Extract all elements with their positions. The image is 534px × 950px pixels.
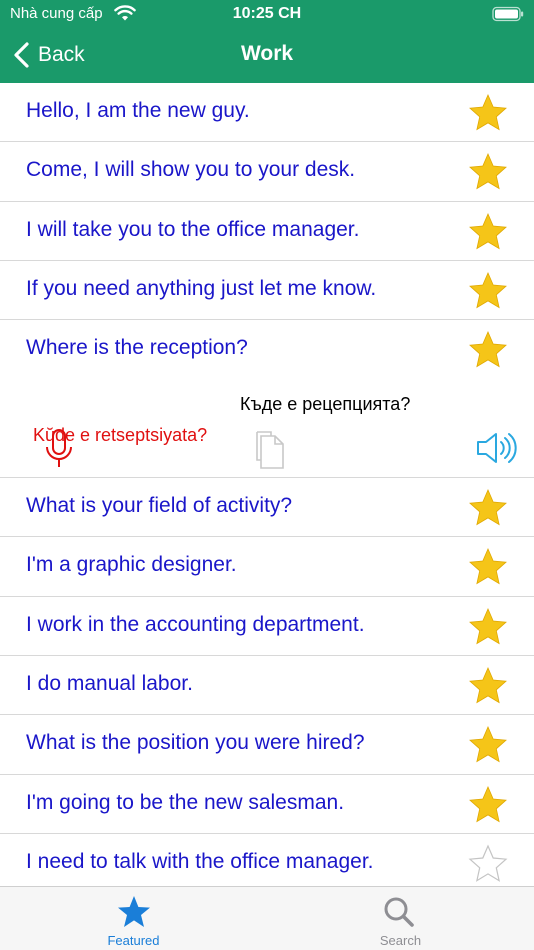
star-icon[interactable] <box>468 330 508 370</box>
phrase-text: If you need anything just let me know. <box>26 276 377 300</box>
phrase-text: I work in the accounting department. <box>26 612 365 636</box>
list-item[interactable]: I'm going to be the new salesman. <box>0 775 534 834</box>
tab-bar: Featured Search <box>0 886 534 950</box>
copy-icon[interactable] <box>249 428 285 470</box>
list-item[interactable]: What is your field of activity? <box>0 478 534 538</box>
search-icon <box>384 897 414 927</box>
list-item[interactable]: I do manual labor. <box>0 656 534 716</box>
phrase-text: Come, I will show you to your desk. <box>26 158 356 182</box>
phrase-list: Hello, I am the new guy. Come, I will sh… <box>0 83 534 894</box>
phrase-text: I do manual labor. <box>26 672 193 696</box>
phrase-text: I will take you to the office manager. <box>26 217 360 241</box>
list-item[interactable]: I'm a graphic designer. <box>0 537 534 597</box>
star-icon[interactable] <box>468 547 508 587</box>
star-icon[interactable] <box>468 271 508 311</box>
star-icon[interactable] <box>468 93 508 133</box>
star-icon[interactable] <box>468 725 508 765</box>
star-icon <box>118 896 150 927</box>
tab-search[interactable]: Search <box>267 887 534 950</box>
microphone-icon[interactable] <box>44 428 74 470</box>
list-item[interactable]: I work in the accounting department. <box>0 597 534 657</box>
list-item[interactable]: I will take you to the office manager. <box>0 202 534 261</box>
list-item[interactable]: Come, I will show you to your desk. <box>0 142 534 202</box>
list-item[interactable]: What is the position you were hired? <box>0 715 534 775</box>
phrase-text: I need to talk with the office manager. <box>26 849 374 873</box>
list-item[interactable]: If you need anything just let me know. <box>0 261 534 321</box>
navigation-bar: Back Work <box>0 30 534 83</box>
star-icon[interactable] <box>468 785 508 825</box>
status-time: 10:25 CH <box>232 5 302 22</box>
list-item-expanded[interactable]: Where is the reception? Къде е рецепцият… <box>0 320 534 479</box>
status-bar: Nhà cung cấp 10:25 CH <box>0 0 534 30</box>
battery-icon <box>492 6 524 22</box>
phrase-text: Where is the reception? <box>26 336 248 360</box>
star-icon[interactable] <box>468 666 508 706</box>
list-item[interactable]: Hello, I am the new guy. <box>0 83 534 143</box>
list-item[interactable]: I need to talk with the office manager. <box>0 834 534 894</box>
phrase-text: Hello, I am the new guy. <box>26 99 250 122</box>
star-icon[interactable] <box>468 488 508 528</box>
phrase-text: I'm going to be the new salesman. <box>26 790 345 814</box>
tab-label: Featured <box>107 933 160 948</box>
phrase-text: What is your field of activity? <box>26 494 293 518</box>
speaker-icon[interactable] <box>474 430 520 466</box>
star-icon[interactable] <box>468 152 508 192</box>
header: Nhà cung cấp 10:25 CH Back Work <box>0 0 534 83</box>
star-icon[interactable] <box>468 607 508 647</box>
phrase-text: What is the position you were hired? <box>26 731 365 755</box>
tab-label: Search <box>379 933 422 948</box>
page-title: Work <box>240 42 294 65</box>
translation-text: Къде е рецепцията? <box>240 394 411 415</box>
star-icon[interactable] <box>468 212 508 252</box>
star-outline-icon[interactable] <box>468 844 508 884</box>
phrase-text: I'm a graphic designer. <box>26 553 237 577</box>
tab-featured[interactable]: Featured <box>0 887 267 950</box>
